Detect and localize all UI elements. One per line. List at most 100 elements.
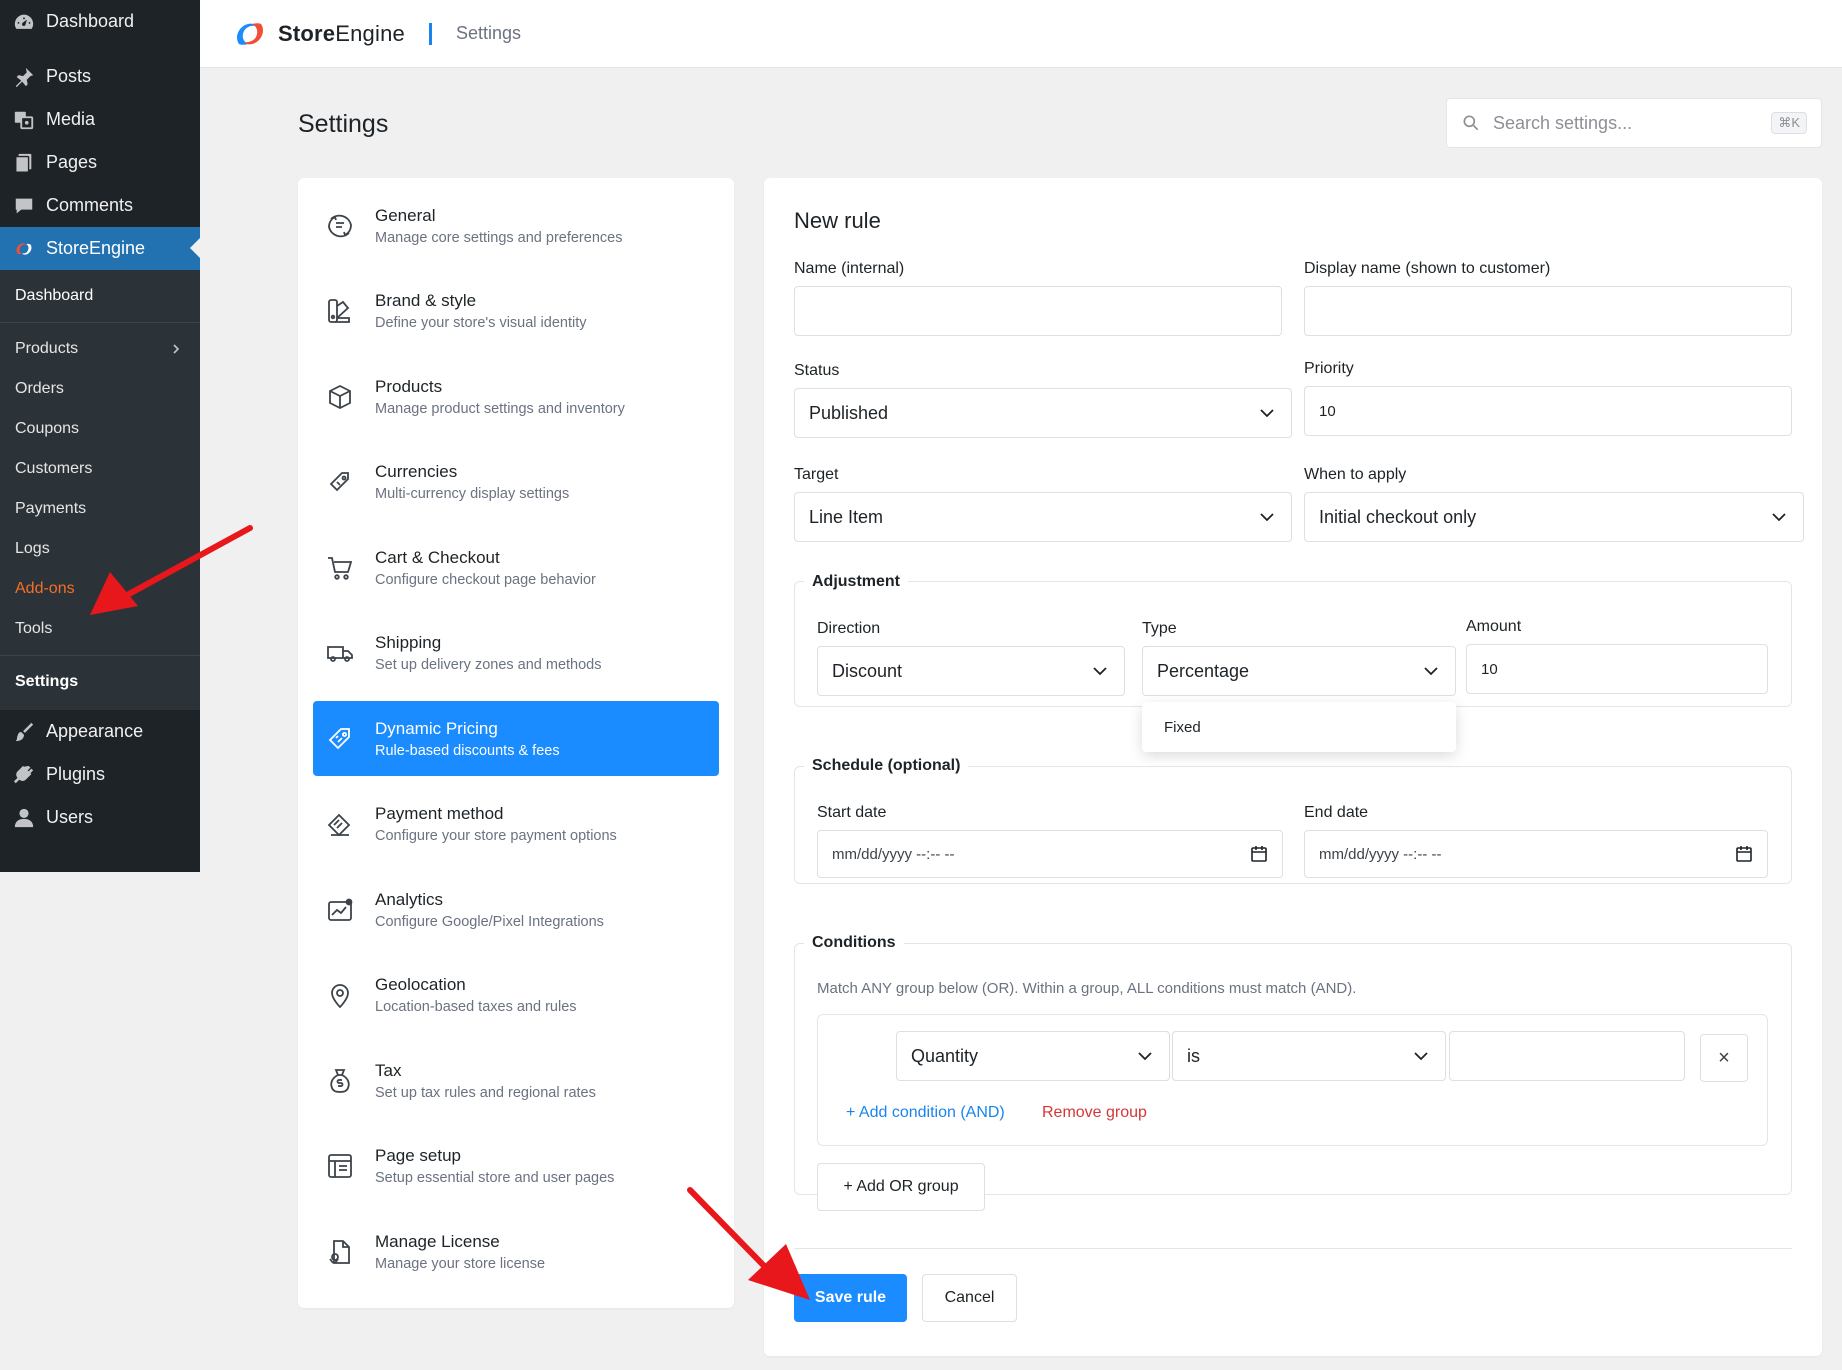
status-label: Status [794,362,840,379]
nav-item-title: Payment method [375,804,504,823]
status-select[interactable]: Published [794,388,1292,438]
direction-select[interactable]: Discount [817,646,1125,696]
type-option-fixed[interactable]: Fixed [1142,702,1456,752]
target-select[interactable]: Line Item [794,492,1292,542]
settings-nav-tax[interactable]: Tax Set up tax rules and regional rates [313,1043,719,1118]
settings-search[interactable]: ⌘K [1446,98,1822,148]
add-condition-link[interactable]: + Add condition (AND) [846,1104,1005,1122]
submenu-logs-label: Logs [15,540,50,557]
nav-item-desc: Rule-based discounts & fees [375,742,560,759]
wp-menu-comments[interactable]: Comments [0,184,200,227]
type-select[interactable]: Percentage [1142,646,1456,696]
settings-nav-dynamic-pricing[interactable]: Dynamic Pricing Rule-based discounts & fe… [313,701,719,776]
wp-menu-pages[interactable]: Pages [0,141,200,184]
settings-nav-shipping[interactable]: Shipping Set up delivery zones and method… [313,616,719,691]
submenu-dashboard[interactable]: Dashboard [0,276,200,316]
pushpin-icon [12,65,36,89]
settings-nav-manage-license[interactable]: Manage License Manage your store license [313,1214,719,1289]
submenu-orders[interactable]: Orders [0,369,200,409]
save-rule-button[interactable]: Save rule [794,1274,907,1322]
settings-nav-general[interactable]: General Manage core settings and preferen… [313,188,719,263]
name-input[interactable] [794,286,1282,336]
name-label: Name (internal) [794,260,905,277]
analytics-icon [328,898,353,921]
submenu-separator [0,655,200,656]
keyboard-shortcut-badge: ⌘K [1771,112,1807,134]
submenu-coupons[interactable]: Coupons [0,409,200,449]
start-date-input[interactable]: mm/dd/yyyy --:-- -- [817,830,1283,878]
display-name-label: Display name (shown to customer) [1304,260,1551,277]
condition-field-select[interactable]: Quantity [896,1031,1170,1081]
submenu-tools[interactable]: Tools [0,609,200,649]
settings-nav-brand-style[interactable]: Brand & style Define your store's visual … [313,274,719,349]
adjustment-legend: Adjustment [804,573,908,591]
nav-item-desc: Multi-currency display settings [375,486,570,502]
wp-menu-media[interactable]: Media [0,98,200,141]
settings-nav-products[interactable]: Products Manage product settings and inve… [313,359,719,434]
settings-nav-currencies[interactable]: Currencies Multi-currency display setting… [313,445,719,520]
box-icon [329,384,351,409]
start-date-value: mm/dd/yyyy --:-- -- [832,845,955,863]
type-label: Type [1142,620,1177,637]
condition-field-value: Quantity [911,1045,979,1066]
submenu-logs[interactable]: Logs [0,529,200,569]
when-to-apply-value: Initial checkout only [1319,506,1477,527]
remove-group-link[interactable]: Remove group [1042,1104,1147,1122]
general-icon [328,214,352,237]
settings-nav-analytics[interactable]: Analytics Configure Google/Pixel Integrat… [313,872,719,947]
calendar-icon[interactable] [1250,845,1268,863]
brand-name: StoreEngine [278,21,405,47]
start-date-label: Start date [817,804,887,821]
submenu-products[interactable]: Products [0,329,200,369]
wp-menu-users[interactable]: Users [0,796,200,839]
display-name-input[interactable] [1304,286,1792,336]
submenu-settings[interactable]: Settings [0,662,200,702]
wp-menu-posts[interactable]: Posts [0,55,200,98]
end-date-value: mm/dd/yyyy --:-- -- [1319,845,1442,863]
wp-menu-pages-label: Pages [46,152,98,172]
wp-menu-appearance[interactable]: Appearance [0,710,200,753]
location-pin-icon [331,984,349,1009]
nav-item-desc: Location-based taxes and rules [375,999,577,1015]
nav-item-title: Geolocation [375,975,466,994]
search-input[interactable] [1493,112,1772,134]
wp-menu-dashboard[interactable]: Dashboard [0,0,200,43]
nav-item-title: Products [375,376,443,396]
amount-input[interactable]: 10 [1466,644,1768,694]
user-icon [12,806,36,830]
submenu-add-ons[interactable]: Add-ons [0,569,200,609]
submenu-payments[interactable]: Payments [0,489,200,529]
settings-nav-payment-method[interactable]: Payment method Configure your store payme… [313,787,719,862]
breadcrumb-divider [428,22,432,45]
submenu-tools-label: Tools [15,620,53,637]
cancel-button[interactable]: Cancel [922,1274,1017,1322]
nav-item-title: General [375,205,436,225]
wp-menu-storeengine[interactable]: StoreEngine [0,227,200,270]
end-date-input[interactable]: mm/dd/yyyy --:-- -- [1304,830,1768,878]
wp-menu-plugins[interactable]: Plugins [0,753,200,796]
priority-input[interactable]: 10 [1304,386,1792,436]
cart-icon [328,556,353,580]
when-to-apply-select[interactable]: Initial checkout only [1304,492,1804,542]
plug-icon [12,763,36,787]
when-to-apply-label: When to apply [1304,466,1407,483]
media-icon [12,108,36,132]
target-select-value: Line Item [809,506,884,527]
settings-nav-geolocation[interactable]: Geolocation Location-based taxes and rule… [313,958,719,1033]
breadcrumb[interactable]: Settings [456,23,521,44]
add-or-group-label: + Add OR group [843,1178,959,1195]
condition-operator-select[interactable]: is [1172,1031,1446,1081]
nav-item-title: Dynamic Pricing [375,718,498,738]
brand-name-bold: Store [278,20,336,46]
chevron-down-icon [1138,1052,1152,1061]
calendar-icon[interactable] [1735,845,1753,863]
condition-value-input[interactable] [1449,1031,1685,1081]
add-or-group-button[interactable]: + Add OR group [817,1163,985,1211]
type-dropdown-menu: Fixed [1142,702,1456,752]
submenu-customers-label: Customers [15,460,93,477]
remove-condition-button[interactable]: × [1700,1034,1748,1082]
wp-menu-media-label: Media [46,109,96,129]
settings-nav-page-setup[interactable]: Page setup Setup essential store and user… [313,1129,719,1204]
submenu-customers[interactable]: Customers [0,449,200,489]
settings-nav-cart-checkout[interactable]: Cart & Checkout Configure checkout page b… [313,530,719,605]
